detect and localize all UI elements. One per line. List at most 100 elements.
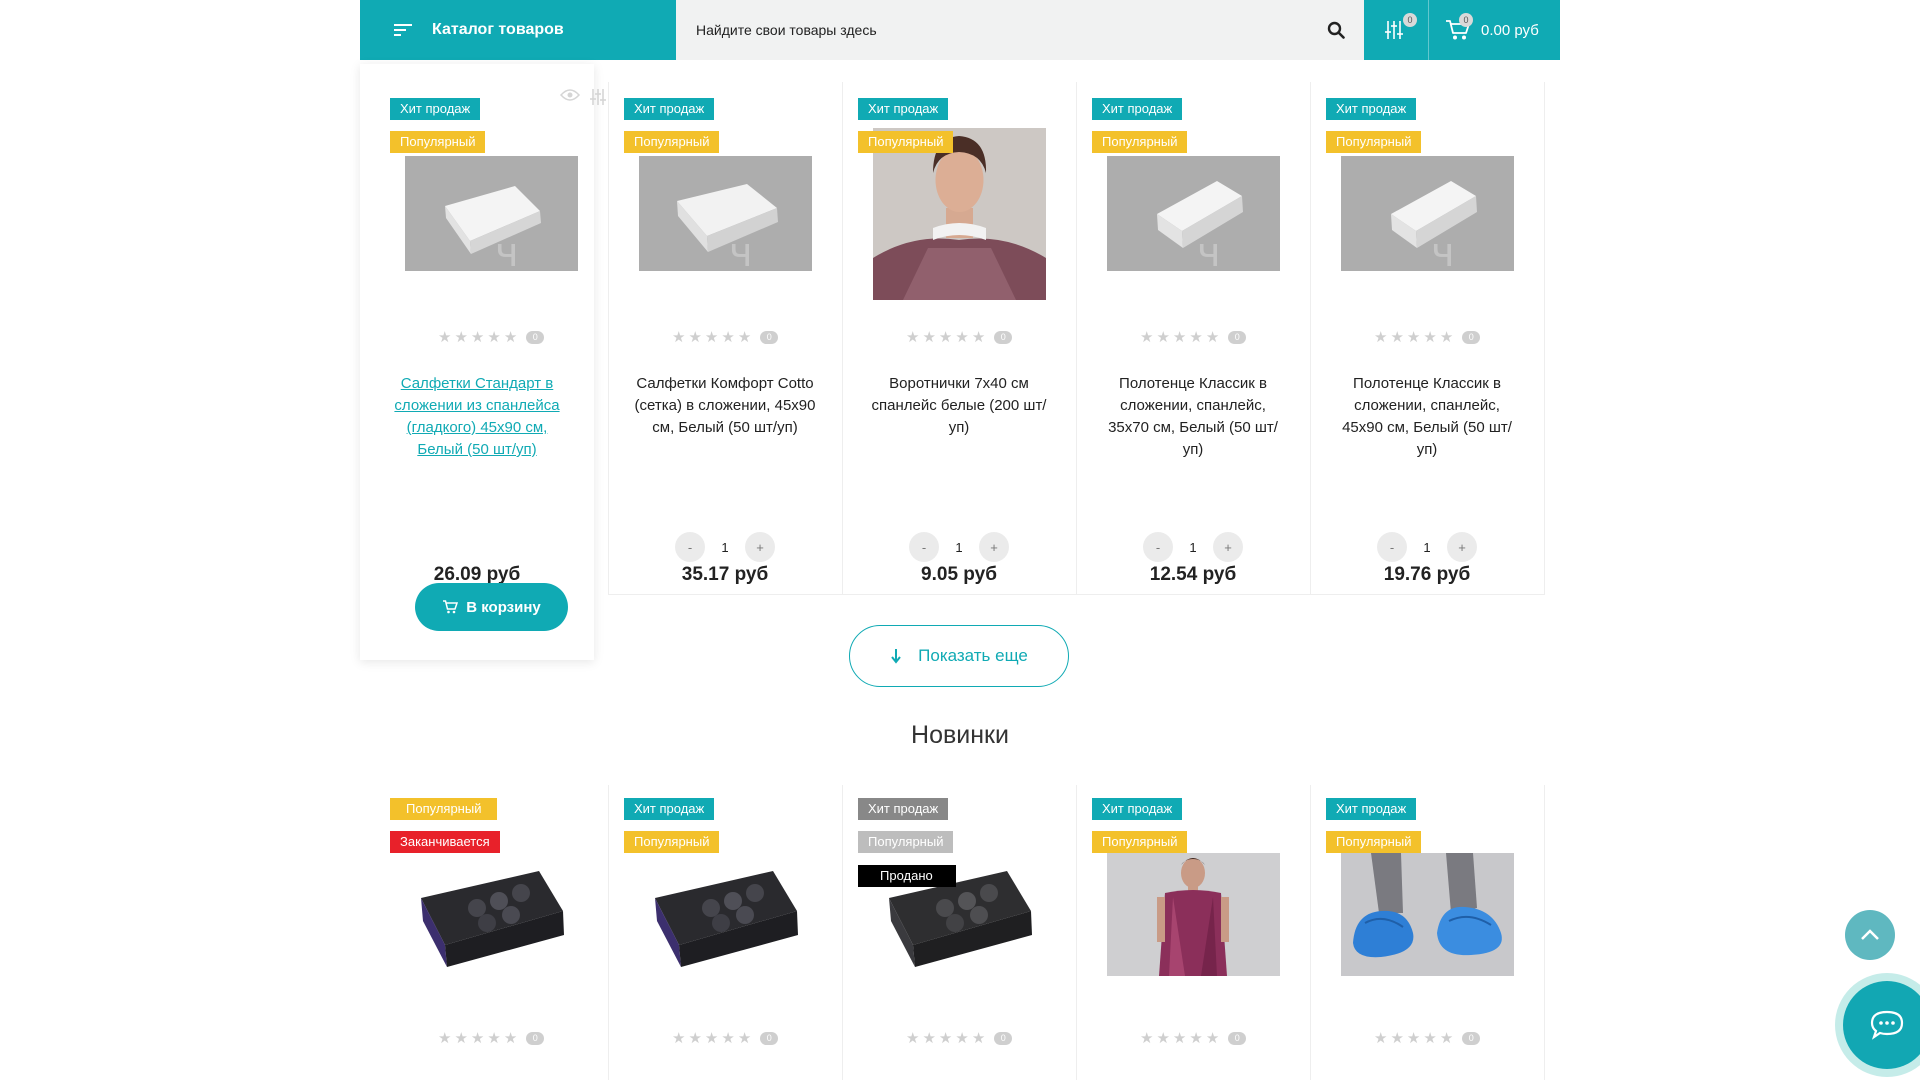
search-box bbox=[676, 0, 1364, 61]
product-card: Хит продаж Популярный ч ★ ★ ★ ★ ★ 0 Полотенц… bbox=[1310, 64, 1544, 594]
qty-value[interactable]: 1 bbox=[705, 540, 745, 555]
scroll-to-top-button[interactable] bbox=[1845, 910, 1895, 960]
star-icon: ★ bbox=[1189, 1030, 1203, 1047]
qty-plus-button[interactable]: + bbox=[979, 532, 1009, 562]
compare-button[interactable]: 0 bbox=[1364, 0, 1428, 60]
star-icon: ★ bbox=[721, 329, 735, 346]
compare-icon[interactable] bbox=[590, 88, 606, 106]
product-card: Хит продаж Популярный ч ★ ★ ★ ★ ★ 0 Салфетки… bbox=[360, 64, 606, 660]
star-icon: ★ bbox=[503, 329, 518, 346]
star-icon: ★ bbox=[1374, 1030, 1388, 1047]
qty-value[interactable]: 1 bbox=[939, 540, 979, 555]
section-title: Новинки bbox=[911, 721, 1009, 749]
star-icon: ★ bbox=[487, 329, 501, 346]
badge-hit: Хит продаж bbox=[624, 98, 715, 120]
star-icon: ★ bbox=[503, 1030, 518, 1047]
product-image[interactable] bbox=[417, 863, 567, 973]
star-icon: ★ bbox=[721, 1030, 735, 1047]
qty-plus-button[interactable]: + bbox=[745, 532, 775, 562]
star-icon: ★ bbox=[737, 1030, 752, 1047]
badge-popular: Популярный bbox=[1326, 131, 1422, 153]
star-icon: ★ bbox=[906, 329, 920, 346]
star-icon: ★ bbox=[1140, 1030, 1154, 1047]
product-name[interactable]: Полотенце Классик в сложении, спанлейс, … bbox=[1100, 373, 1286, 461]
badge-hit: Хит продаж bbox=[1326, 98, 1417, 120]
review-count: 0 bbox=[1462, 330, 1481, 344]
star-icon: ★ bbox=[737, 329, 752, 346]
rating-stars: ★ ★ ★ ★ ★ 0 bbox=[1374, 328, 1481, 346]
qty-minus-button[interactable]: - bbox=[675, 532, 705, 562]
arrow-down-icon bbox=[891, 649, 901, 664]
review-count: 0 bbox=[760, 330, 779, 344]
qty-value[interactable]: 1 bbox=[1407, 540, 1447, 555]
header-actions: 0 0 0.00 руб bbox=[1364, 0, 1560, 60]
product-name[interactable]: Полотенце Классик в сложении, спанлейс, … bbox=[1334, 373, 1520, 461]
product-image[interactable]: ч bbox=[1341, 156, 1514, 271]
cart-button[interactable]: 0 0.00 руб bbox=[1429, 0, 1560, 60]
star-icon: ★ bbox=[454, 329, 468, 346]
star-icon: ★ bbox=[1406, 1030, 1421, 1047]
search-input[interactable] bbox=[676, 0, 1308, 61]
star-icon: ★ bbox=[688, 329, 702, 346]
search-button[interactable] bbox=[1308, 0, 1364, 60]
badge-hit: Хит продаж bbox=[858, 98, 949, 120]
badge-popular: Популярный bbox=[390, 131, 486, 153]
qty-minus-button[interactable]: - bbox=[1377, 532, 1407, 562]
star-icon: ★ bbox=[454, 1030, 468, 1047]
qty-plus-button[interactable]: + bbox=[1447, 532, 1477, 562]
badge-popular: Популярный bbox=[624, 831, 720, 853]
product-card: Популярный Заканчивается ★ ★ ★ ★ ★ 0 bbox=[374, 765, 608, 1080]
rating-stars: ★ ★ ★ ★ ★ 0 bbox=[1140, 328, 1247, 346]
header-bar: Каталог товаров 0 0 bbox=[360, 0, 1560, 61]
badge-popular: Популярный bbox=[858, 831, 954, 853]
product-card: Хит продаж Популярный ч ★ ★ ★ ★ ★ 0 Салфетки… bbox=[608, 64, 842, 594]
star-icon: ★ bbox=[1205, 329, 1220, 346]
star-icon: ★ bbox=[438, 1030, 452, 1047]
badge-sold: Продано bbox=[858, 865, 956, 887]
product-name[interactable]: Салфетки Стандарт в сложении из спанлейс… bbox=[390, 373, 564, 461]
star-icon: ★ bbox=[487, 1030, 501, 1047]
star-icon: ★ bbox=[1423, 1030, 1437, 1047]
grid-divider bbox=[608, 594, 1545, 595]
chat-button[interactable] bbox=[1835, 973, 1920, 1077]
badge-popular: Популярный bbox=[390, 798, 498, 820]
qty-minus-button[interactable]: - bbox=[1143, 532, 1173, 562]
catalog-button[interactable]: Каталог товаров bbox=[360, 0, 676, 60]
star-icon: ★ bbox=[1140, 329, 1154, 346]
star-icon: ★ bbox=[1189, 329, 1203, 346]
qty-minus-button[interactable]: - bbox=[909, 532, 939, 562]
star-icon: ★ bbox=[971, 1030, 986, 1047]
quick-actions bbox=[560, 88, 606, 106]
product-image[interactable]: ч bbox=[1107, 156, 1280, 271]
review-count: 0 bbox=[1228, 330, 1247, 344]
star-icon: ★ bbox=[971, 329, 986, 346]
star-icon: ★ bbox=[1156, 1030, 1170, 1047]
product-image[interactable]: ч bbox=[405, 156, 578, 271]
product-name[interactable]: Салфетки Комфорт Cotto (сетка) в сложени… bbox=[632, 373, 818, 439]
rating-stars: ★ ★ ★ ★ ★ 0 bbox=[672, 1029, 779, 1047]
rating-stars: ★ ★ ★ ★ ★ 0 bbox=[672, 328, 779, 346]
cart-icon bbox=[443, 600, 459, 614]
product-image[interactable] bbox=[873, 128, 1046, 300]
eye-icon[interactable] bbox=[560, 88, 580, 102]
review-count: 0 bbox=[526, 330, 545, 344]
product-image[interactable]: ч bbox=[639, 156, 812, 271]
star-icon: ★ bbox=[1374, 329, 1388, 346]
qty-plus-button[interactable]: + bbox=[1213, 532, 1243, 562]
star-icon: ★ bbox=[955, 329, 969, 346]
cart-total: 0.00 руб bbox=[1481, 21, 1539, 39]
show-more-button[interactable]: Показать еще bbox=[849, 625, 1069, 687]
rating-stars: ★ ★ ★ ★ ★ 0 bbox=[438, 1029, 545, 1047]
badge-ending: Заканчивается bbox=[390, 831, 500, 853]
star-icon: ★ bbox=[704, 329, 719, 346]
star-icon: ★ bbox=[1205, 1030, 1220, 1047]
qty-value[interactable]: 1 bbox=[1173, 540, 1213, 555]
product-image[interactable] bbox=[1107, 853, 1280, 976]
star-icon: ★ bbox=[1172, 329, 1187, 346]
product-card: Хит продаж Популярный ★ ★ ★ ★ ★ 0 Воротнички… bbox=[842, 64, 1076, 594]
rating-stars: ★ ★ ★ ★ ★ 0 bbox=[1140, 1029, 1247, 1047]
product-image[interactable] bbox=[651, 863, 801, 973]
add-to-cart-button[interactable]: В корзину bbox=[415, 583, 568, 631]
product-name[interactable]: Воротнички 7х40 см спанлейс белые (200 ш… bbox=[866, 373, 1052, 439]
product-image[interactable] bbox=[1341, 853, 1514, 976]
